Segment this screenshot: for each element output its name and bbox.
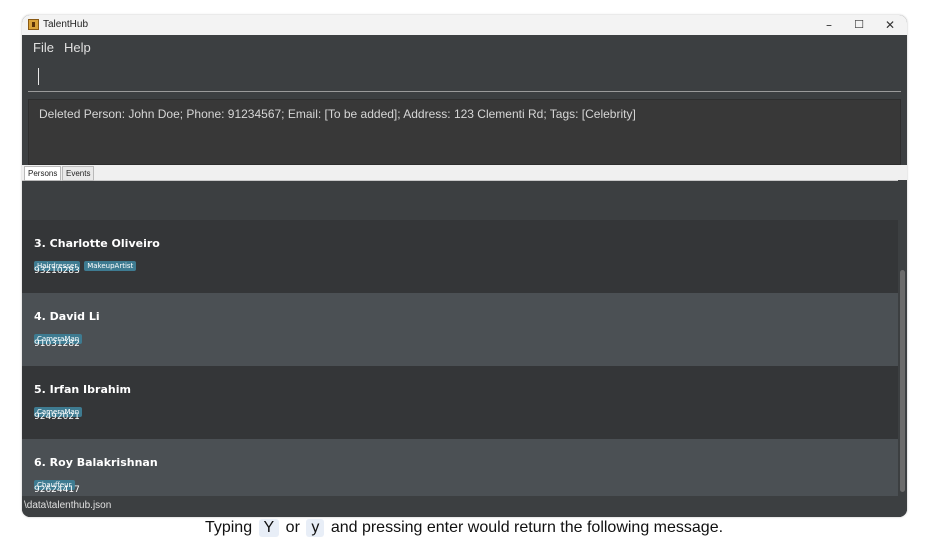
tab-persons[interactable]: Persons — [24, 166, 62, 181]
caption-text-or: or — [285, 519, 300, 536]
status-bar: \data\talenthub.json — [22, 496, 907, 517]
title-bar: TalentHub – ☐ ✕ — [22, 15, 907, 35]
command-input[interactable] — [28, 62, 901, 92]
menu-bar: File Help — [22, 35, 907, 60]
person-card[interactable]: 4. David Li CameraMan 91031282 — [22, 293, 898, 366]
minimize-icon[interactable]: – — [812, 15, 846, 35]
tab-events[interactable]: Events — [62, 166, 95, 181]
close-icon[interactable]: ✕ — [873, 15, 907, 35]
person-name: 4. David Li — [34, 310, 100, 323]
person-name: 3. Charlotte Oliveiro — [34, 237, 160, 250]
result-message: Deleted Person: John Doe; Phone: 9123456… — [39, 107, 636, 121]
data-file-path: \data\talenthub.json — [24, 500, 112, 511]
text-caret — [38, 68, 39, 85]
person-card[interactable]: 3. Charlotte Oliveiro Hairdresser MakeupAr… — [22, 220, 898, 293]
app-window: TalentHub – ☐ ✕ File Help Deleted Person… — [22, 15, 907, 517]
person-card[interactable]: 6. Roy Balakrishnan Chauffeur 92624417 — [22, 439, 898, 496]
scrollbar-thumb[interactable] — [900, 270, 905, 492]
person-card[interactable]: 5. Irfan Ibrahim CameraMan 92492021 — [22, 366, 898, 439]
menu-file[interactable]: File — [33, 40, 54, 55]
tag-badge: MakeupArtist — [84, 261, 137, 271]
app-logo-icon — [28, 19, 39, 30]
key-Y: Y — [258, 519, 280, 537]
person-phone: 91031282 — [34, 339, 80, 349]
person-name: 5. Irfan Ibrahim — [34, 383, 131, 396]
key-y: y — [306, 519, 325, 537]
tab-bar: Persons Events — [22, 165, 907, 181]
caption: Typing Y or y and pressing enter would r… — [0, 519, 928, 537]
person-phone: 92492021 — [34, 412, 80, 422]
person-list[interactable]: 99272758 3. Charlotte OliveiroHairdresse… — [22, 180, 898, 496]
person-phone: 92624417 — [34, 485, 80, 495]
window-title: TalentHub — [43, 19, 89, 30]
menu-help[interactable]: Help — [64, 40, 91, 55]
caption-text-start: Typing — [204, 519, 253, 536]
person-name: 6. Roy Balakrishnan — [34, 456, 158, 469]
person-phone: 93210283 — [34, 266, 80, 276]
result-display: Deleted Person: John Doe; Phone: 9123456… — [28, 99, 901, 165]
caption-text-end: and pressing enter would return the foll… — [330, 519, 724, 536]
list-scrollbar[interactable] — [898, 180, 907, 496]
maximize-icon[interactable]: ☐ — [842, 15, 876, 35]
